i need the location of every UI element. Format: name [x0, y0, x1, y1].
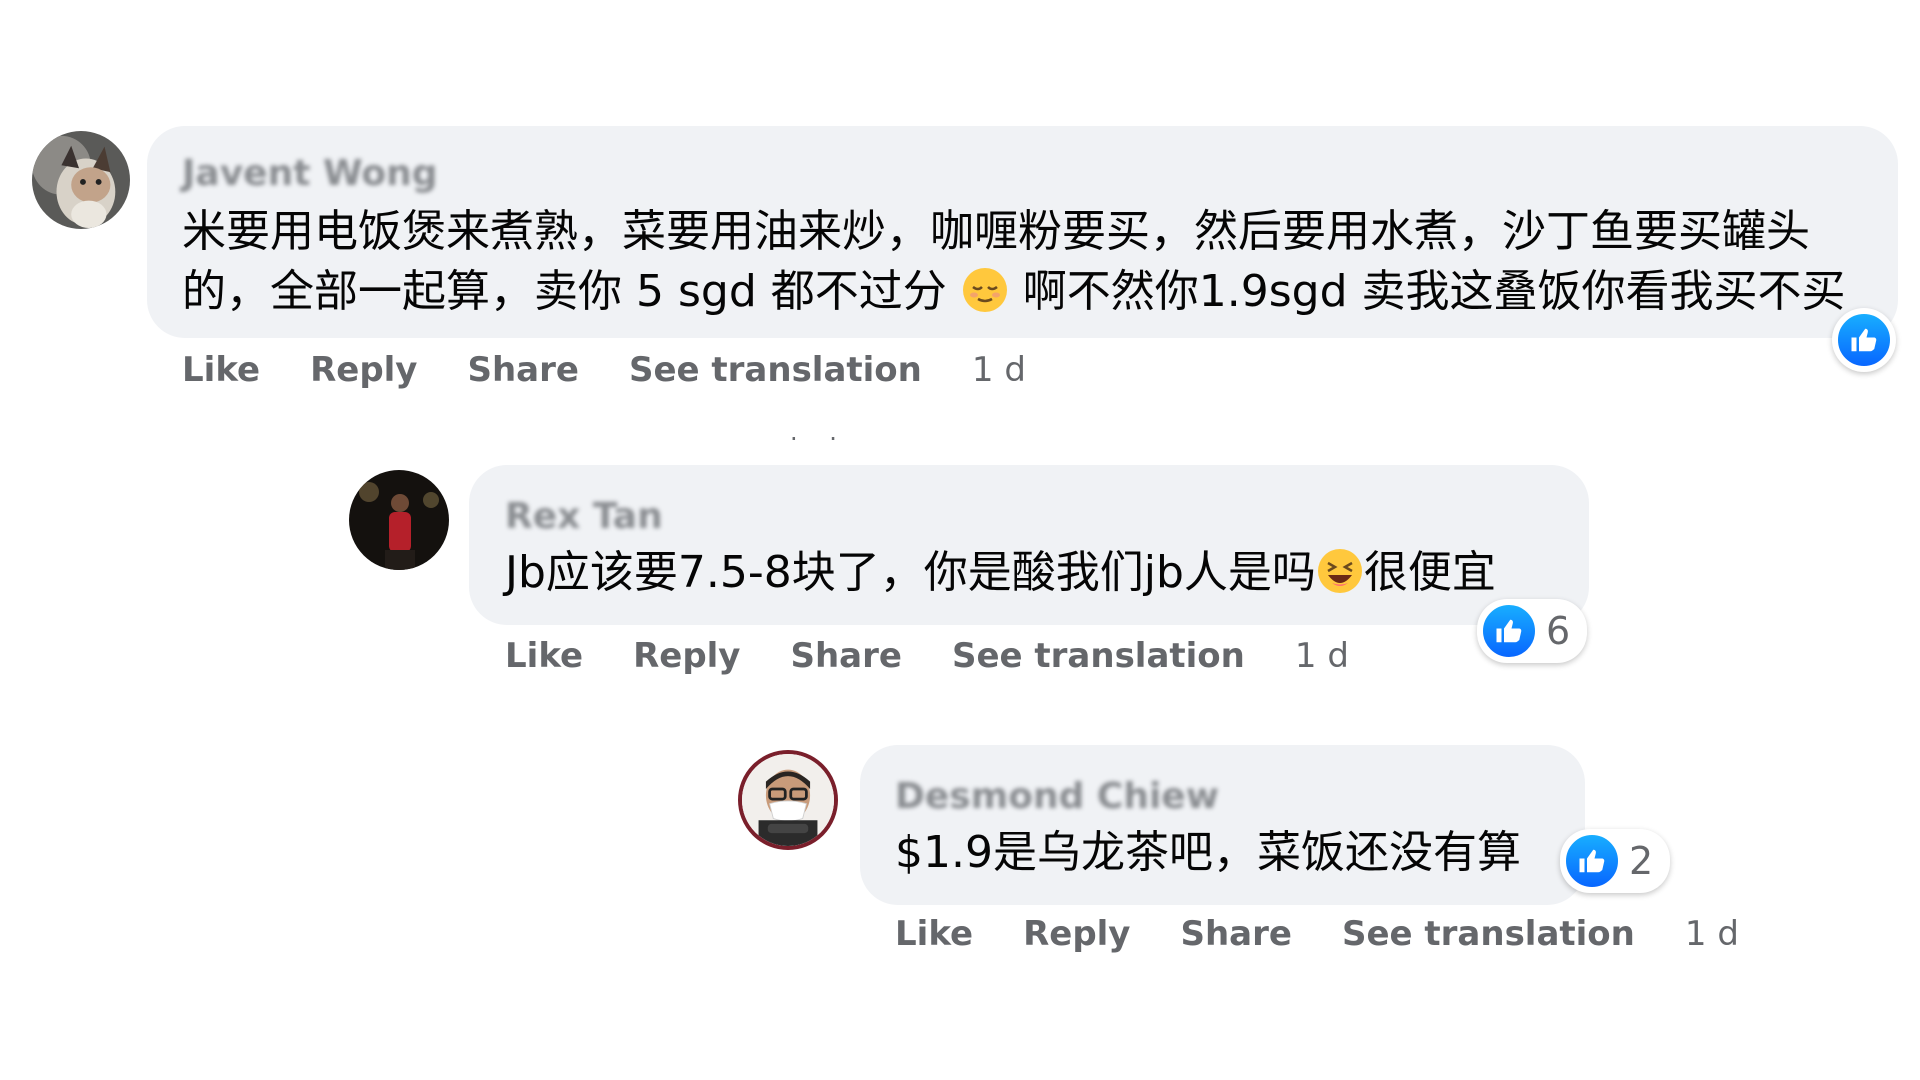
comment-text: Jb应该要7.5-8块了，你是酸我们jb人是吗 很便宜: [505, 543, 1496, 611]
avatar[interactable]: [738, 750, 838, 850]
share-button[interactable]: Share: [467, 350, 578, 390]
timestamp[interactable]: 1 d: [972, 350, 1026, 390]
comment-text: 米要用电饭煲来煮熟，菜要用油来炒，咖喱粉要买，然后要用水煮，沙丁鱼要买罐头 的，…: [182, 202, 1846, 330]
reaction-count: 6: [1546, 609, 1571, 653]
comment-text-segment: 的，全部一起算，卖你 5 sgd 都不过分: [182, 266, 947, 317]
comment-text-line: 米要用电饭煲来煮熟，菜要用油来炒，咖喱粉要买，然后要用水煮，沙丁鱼要买罐头: [182, 206, 1810, 257]
see-translation-button[interactable]: See translation: [952, 636, 1245, 676]
comment-author[interactable]: Desmond Chiew: [895, 776, 1219, 817]
like-button[interactable]: Like: [895, 914, 973, 954]
reaction-summary[interactable]: [1832, 308, 1896, 372]
comment-text-segment: 啊不然你1.9sgd 卖我这叠饭你看我买不买: [1022, 266, 1846, 317]
share-button[interactable]: Share: [1180, 914, 1291, 954]
reaction-summary[interactable]: 2: [1560, 829, 1671, 893]
reply-button[interactable]: Reply: [633, 636, 740, 676]
timestamp[interactable]: 1 d: [1295, 636, 1349, 676]
see-translation-button[interactable]: See translation: [629, 350, 922, 390]
like-button[interactable]: Like: [182, 350, 260, 390]
comment-author[interactable]: Rex Tan: [505, 496, 663, 537]
reaction-count: 2: [1629, 839, 1654, 883]
avatar[interactable]: [32, 131, 130, 229]
comment-text: $1.9是乌龙茶吧，菜饭还没有算: [895, 827, 1521, 878]
like-reaction-icon: [1480, 602, 1538, 660]
relieved-face-icon: [961, 266, 1009, 330]
comment-author[interactable]: Javent Wong: [182, 153, 438, 194]
reply-button[interactable]: Reply: [1023, 914, 1130, 954]
comment-actions: Like Reply Share See translation 1 d: [182, 350, 1026, 390]
see-translation-button[interactable]: See translation: [1342, 914, 1635, 954]
like-reaction-icon: [1563, 832, 1621, 890]
like-button[interactable]: Like: [505, 636, 583, 676]
share-button[interactable]: Share: [790, 636, 901, 676]
reply-button[interactable]: Reply: [310, 350, 417, 390]
comment-text-segment: 很便宜: [1363, 547, 1496, 598]
like-reaction-icon: [1835, 311, 1893, 369]
thread-connector: · ·: [790, 425, 849, 453]
comment-text-segment: Jb应该要7.5-8块了，你是酸我们jb人是吗: [505, 547, 1316, 598]
comment-text-line: 的，全部一起算，卖你 5 sgd 都不过分 啊不然你1.9sgd 卖我这叠饭你看…: [182, 262, 1846, 330]
comment-actions: Like Reply Share See translation 1 d: [505, 636, 1349, 676]
laughing-face-icon: [1316, 547, 1364, 611]
comment-actions: Like Reply Share See translation 1 d: [895, 914, 1739, 954]
reaction-summary[interactable]: 6: [1477, 599, 1588, 663]
avatar[interactable]: [349, 470, 449, 570]
timestamp[interactable]: 1 d: [1685, 914, 1739, 954]
